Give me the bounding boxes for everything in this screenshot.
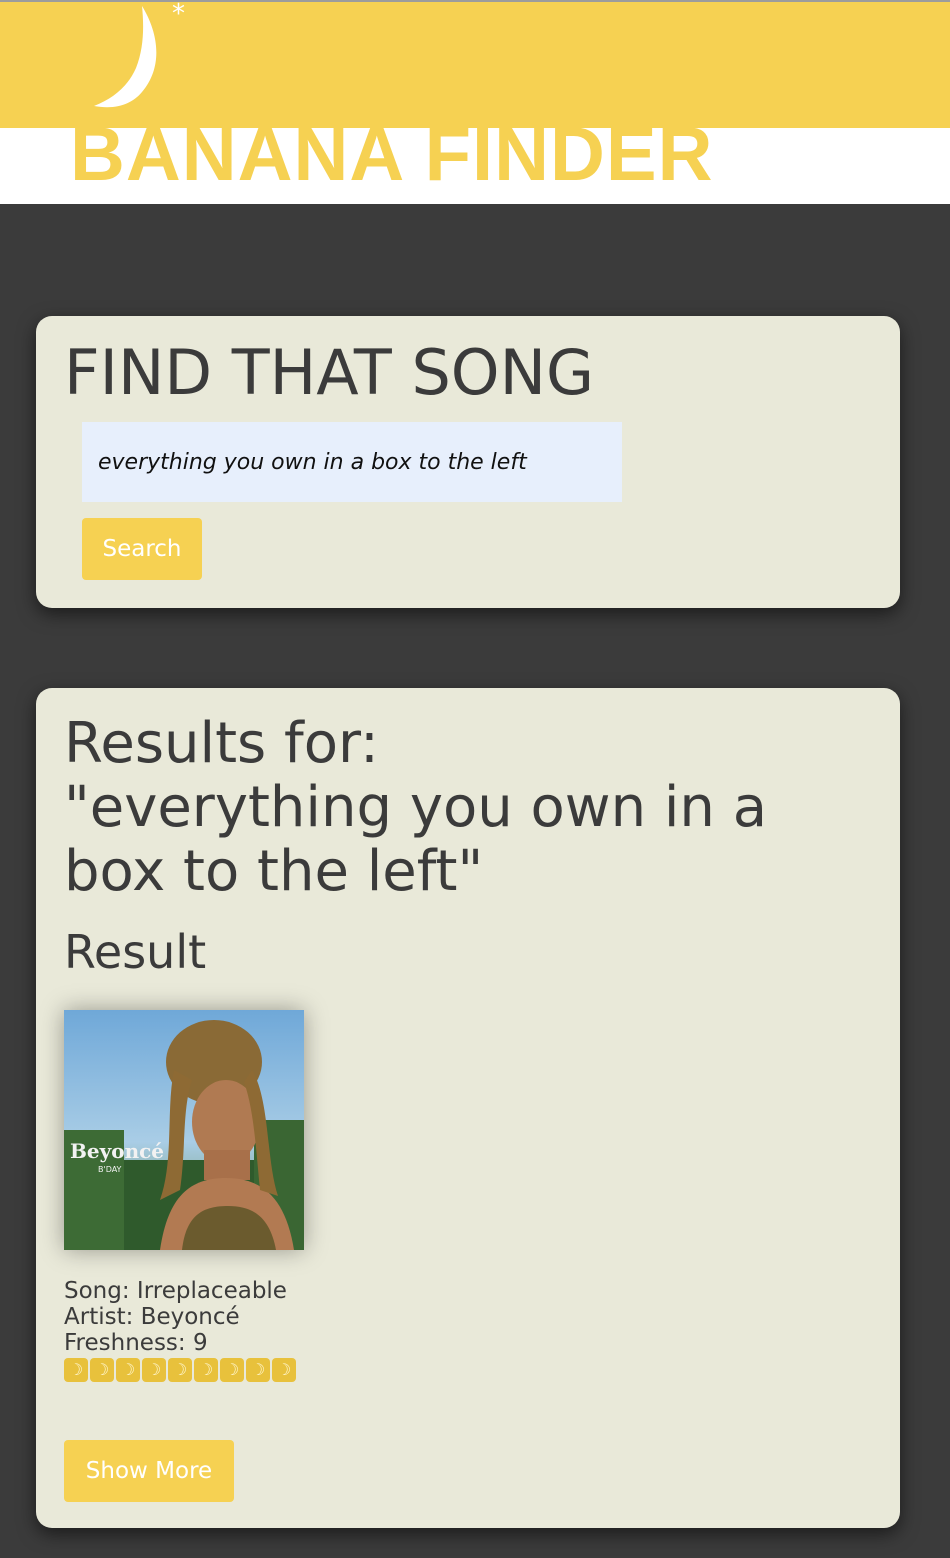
album-cover-image: Beyoncé B'DAY (64, 1010, 304, 1250)
top-banner: * (0, 0, 950, 128)
result-subheading: Result (64, 925, 207, 979)
results-heading: Results for: "everything you own in a bo… (64, 712, 864, 904)
brand-title: BANANA FINDER (70, 112, 714, 197)
results-heading-label: Results for: (64, 711, 379, 776)
banana-icon: ☽ (272, 1358, 296, 1382)
search-input[interactable] (82, 422, 622, 502)
search-title: FIND THAT SONG (64, 336, 595, 409)
freshness-score: Freshness: 9 (64, 1330, 208, 1356)
banana-icon: ☽ (64, 1358, 88, 1382)
song-meta: Song: Irreplaceable Artist: Beyoncé Fres… (64, 1278, 287, 1356)
show-more-button[interactable]: Show More (64, 1440, 234, 1502)
artist-name: Artist: Beyoncé (64, 1304, 240, 1330)
banana-icon: ☽ (90, 1358, 114, 1382)
svg-text:*: * (172, 2, 185, 29)
banana-icon: ☽ (168, 1358, 192, 1382)
freshness-rating: ☽ ☽ ☽ ☽ ☽ ☽ ☽ ☽ ☽ (64, 1358, 296, 1382)
album-cover: Beyoncé B'DAY (64, 1010, 304, 1250)
banana-logo-icon: * (94, 2, 185, 108)
results-query: "everything you own in a box to the left… (64, 775, 768, 904)
banana-icon: ☽ (116, 1358, 140, 1382)
banana-icon: ☽ (246, 1358, 270, 1382)
search-card: FIND THAT SONG Search (36, 316, 900, 608)
search-button[interactable]: Search (82, 518, 202, 580)
results-card: Results for: "everything you own in a bo… (36, 688, 900, 1528)
banana-icon: ☽ (194, 1358, 218, 1382)
song-name: Song: Irreplaceable (64, 1278, 287, 1304)
album-art-text: Beyoncé (70, 1139, 164, 1163)
banana-icon: ☽ (220, 1358, 244, 1382)
banana-icon: ☽ (142, 1358, 166, 1382)
album-art-subtext: B'DAY (98, 1165, 122, 1174)
